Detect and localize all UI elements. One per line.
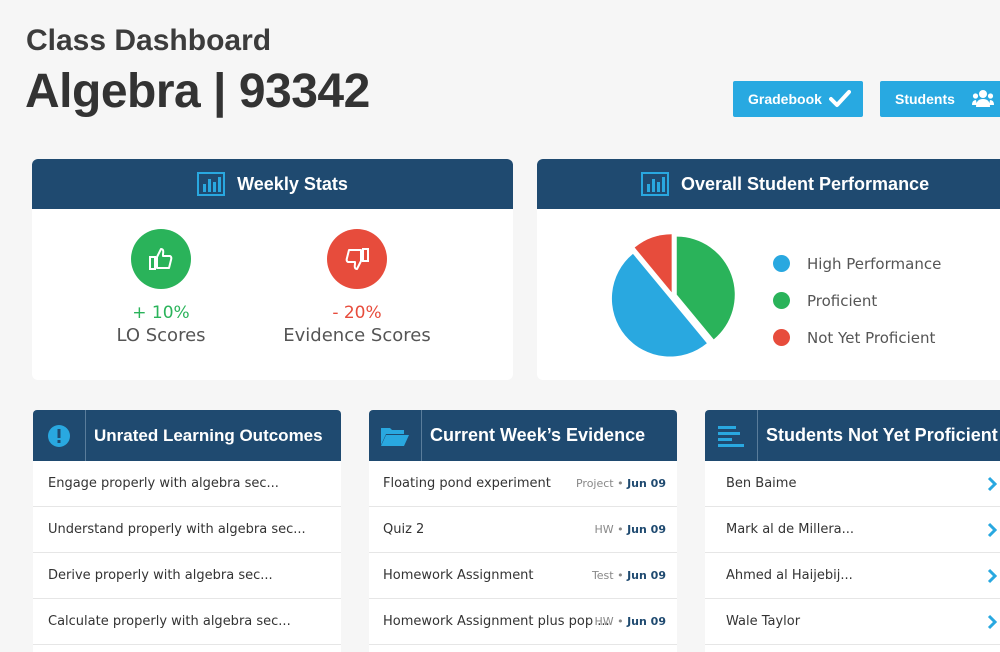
gradebook-button[interactable]: Gradebook <box>733 81 863 117</box>
evidence-meta: Test • Jun 09 <box>591 569 666 582</box>
gradebook-label: Gradebook <box>748 91 822 107</box>
folder-open-icon <box>381 427 409 446</box>
evidence-row[interactable]: Quiz 2 HW • Jun 09 <box>369 507 677 553</box>
evidence-name: Homework Assignment <box>383 568 534 583</box>
thumbs-up-icon <box>131 229 191 289</box>
legend-dot <box>773 255 790 272</box>
student-row[interactable]: Mark al de Millera... <box>705 507 1000 553</box>
evidence-name: Homework Assignment plus pop ... <box>383 614 610 629</box>
unrated-title: Unrated Learning Outcomes <box>94 425 323 445</box>
users-icon <box>972 90 994 107</box>
list-item[interactable]: Calculate properly with algebra sec... <box>33 599 341 645</box>
pie-legend: High Performance Proficient Not Yet Prof… <box>773 245 941 356</box>
evidence-iconbox <box>369 410 422 461</box>
unrated-header: Unrated Learning Outcomes <box>33 410 341 461</box>
legend-dot <box>773 292 790 309</box>
lo-scores-stat: + 10% LO Scores <box>61 229 261 346</box>
overall-performance-header: Overall Student Performance <box>537 159 1000 209</box>
performance-pie-chart <box>611 234 735 357</box>
evidence-date: Jun 09 <box>627 569 666 582</box>
lo-scores-label: LO Scores <box>116 325 206 346</box>
legend-label: Not Yet Proficient <box>807 328 936 347</box>
evidence-header: Current Week’s Evidence <box>369 410 677 461</box>
evidence-name: Quiz 2 <box>383 522 425 537</box>
evidence-meta: Project • Jun 09 <box>575 477 666 490</box>
current-week-evidence-panel: Current Week’s Evidence Floating pond ex… <box>369 410 677 652</box>
page-title: Algebra | 93342 <box>25 65 370 118</box>
thumbs-down-icon <box>327 229 387 289</box>
students-label: Students <box>895 91 955 107</box>
not-proficient-title: Students Not Yet Proficient <box>766 425 998 445</box>
bar-chart-icon <box>197 172 226 196</box>
evidence-date: Jun 09 <box>627 615 666 628</box>
not-proficient-header: Students Not Yet Proficient <box>705 410 1000 461</box>
evidence-scores-change: - 20% <box>332 303 382 323</box>
student-name: Wale Taylor <box>726 614 801 629</box>
bar-chart-icon <box>641 172 669 196</box>
evidence-meta: HW • Jun 09 <box>594 615 666 628</box>
list-item[interactable]: Derive properly with algebra sec... <box>33 553 341 599</box>
list-item[interactable]: Understand properly with algebra sec... <box>33 507 341 553</box>
evidence-row[interactable]: Homework Assignment plus pop ... HW • Ju… <box>369 599 677 645</box>
evidence-row[interactable]: Homework Assignment Test • Jun 09 <box>369 553 677 599</box>
evidence-type: HW <box>594 615 614 628</box>
list-item-label: Derive properly with algebra sec... <box>48 568 273 583</box>
evidence-title: Current Week’s Evidence <box>430 425 646 445</box>
list-item-label: Understand properly with algebra sec... <box>48 522 306 537</box>
legend-item-proficient: Proficient <box>773 282 941 319</box>
not-proficient-iconbox <box>705 410 758 461</box>
list-item-label: Engage properly with algebra sec... <box>48 476 279 491</box>
list-item-label: Calculate properly with algebra sec... <box>48 614 291 629</box>
legend-label: High Performance <box>807 254 942 273</box>
evidence-row[interactable]: Floating pond experiment Project • Jun 0… <box>369 461 677 507</box>
evidence-scores-stat: - 20% Evidence Scores <box>257 229 457 346</box>
chevron-right-icon <box>987 522 997 538</box>
legend-dot <box>773 329 790 346</box>
exclamation-icon <box>48 424 70 447</box>
weekly-stats-header: Weekly Stats <box>32 159 513 209</box>
list-lines-icon <box>718 425 744 447</box>
weekly-stats-card: Weekly Stats + 10% LO Scores - 20% Evide… <box>32 159 513 380</box>
overall-performance-title: Overall Student Performance <box>681 173 930 194</box>
evidence-name: Floating pond experiment <box>383 476 551 491</box>
lo-scores-change: + 10% <box>132 303 190 323</box>
student-name: Mark al de Millera... <box>726 522 855 537</box>
student-name: Ben Baime <box>726 476 797 491</box>
chevron-right-icon <box>987 476 997 492</box>
overall-performance-card: Overall Student Performance High Perform… <box>537 159 1000 380</box>
students-button[interactable]: Students <box>880 81 1000 117</box>
unrated-learning-outcomes-panel: Unrated Learning Outcomes Engage properl… <box>33 410 341 652</box>
page-subtitle: Class Dashboard <box>26 24 272 57</box>
evidence-type: Test <box>591 569 614 582</box>
student-row[interactable]: Ben Baime <box>705 461 1000 507</box>
legend-item-high: High Performance <box>773 245 941 282</box>
checkmark-icon <box>829 90 851 107</box>
student-row[interactable]: Ahmed al Haijebij... <box>705 553 1000 599</box>
evidence-scores-label: Evidence Scores <box>283 325 431 346</box>
evidence-date: Jun 09 <box>627 477 666 490</box>
evidence-date: Jun 09 <box>627 523 666 536</box>
students-not-proficient-panel: Students Not Yet Proficient Ben Baime Ma… <box>705 410 1000 652</box>
student-row[interactable]: Wale Taylor <box>705 599 1000 645</box>
weekly-stats-title: Weekly Stats <box>237 173 348 194</box>
evidence-type: Project <box>575 477 614 490</box>
student-name: Ahmed al Haijebij... <box>726 568 853 583</box>
unrated-iconbox <box>33 410 86 461</box>
list-item[interactable]: Engage properly with algebra sec... <box>33 461 341 507</box>
evidence-meta: HW • Jun 09 <box>594 523 666 536</box>
chevron-right-icon <box>987 568 997 584</box>
legend-item-not-proficient: Not Yet Proficient <box>773 319 941 356</box>
chevron-right-icon <box>987 614 997 630</box>
evidence-type: HW <box>594 523 614 536</box>
legend-label: Proficient <box>807 291 878 310</box>
